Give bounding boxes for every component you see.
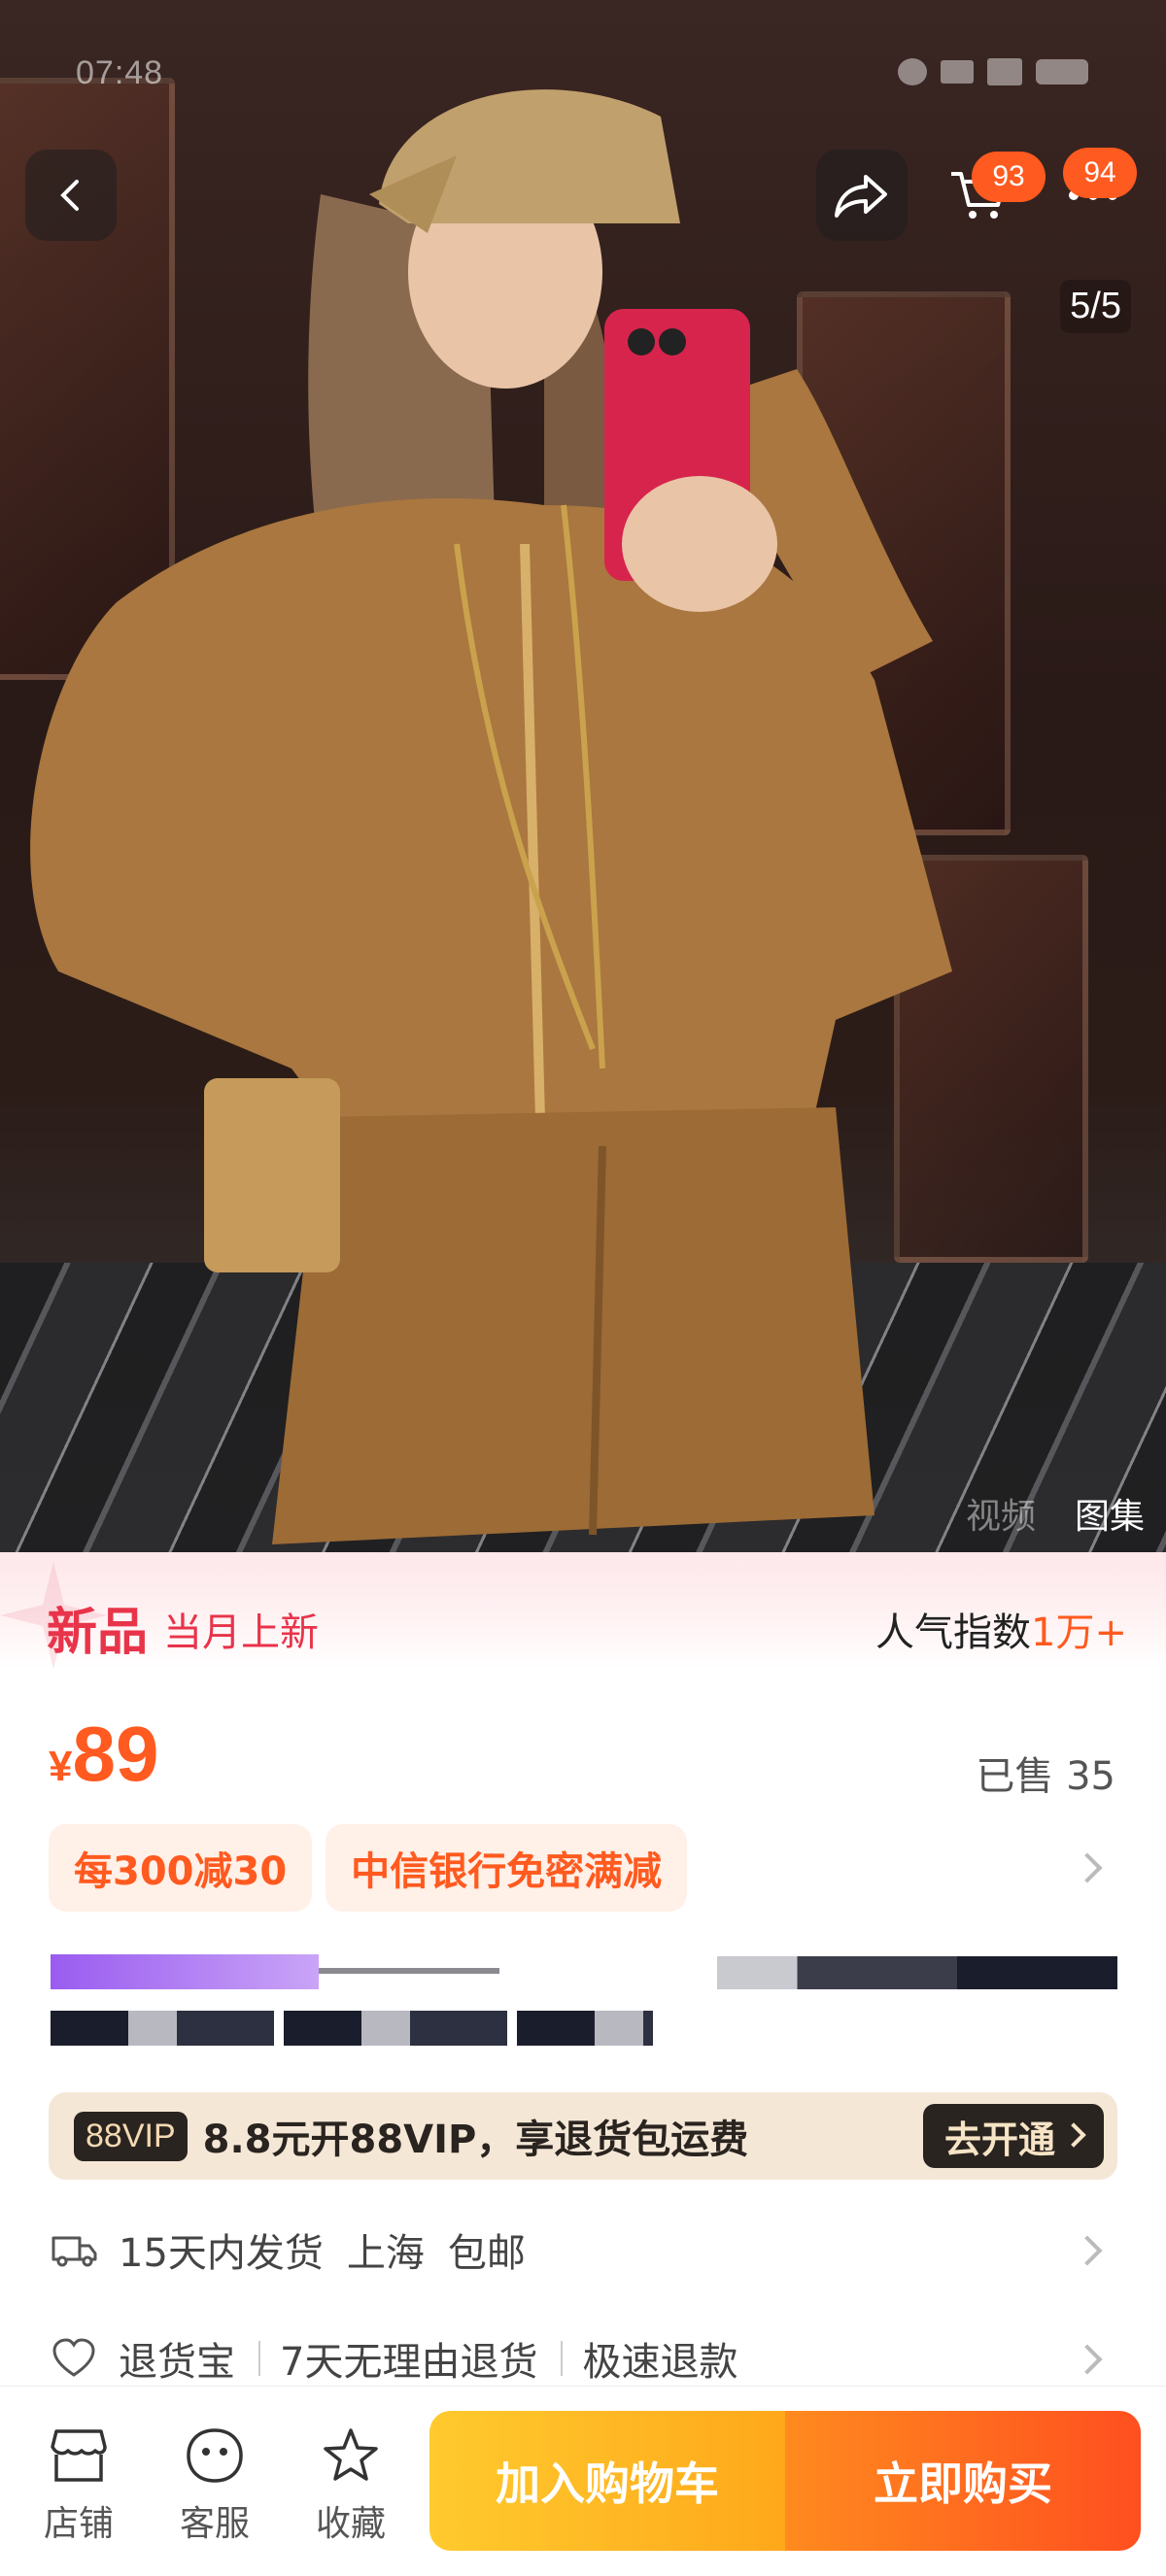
chevron-right-icon[interactable] xyxy=(1072,1852,1103,1883)
store-icon xyxy=(45,2422,113,2490)
promo-chip[interactable]: 每300减30 xyxy=(49,1824,313,1912)
store-button[interactable]: 店铺 xyxy=(25,2422,132,2546)
back-button[interactable] xyxy=(25,150,117,241)
chevron-left-icon xyxy=(60,180,79,211)
divider xyxy=(258,2341,260,2376)
vip-logo: 88VIP xyxy=(74,2111,188,2161)
chat-face-icon xyxy=(181,2422,249,2490)
sold-count: 已售 35 xyxy=(976,1754,1115,1799)
media-tabs: 视频 图集 xyxy=(966,1488,1145,1539)
battery-icon xyxy=(1036,59,1088,85)
new-subtitle: 当月上新 xyxy=(163,1610,319,1655)
truck-icon xyxy=(49,2228,99,2271)
promo-chip[interactable]: 中信银行免密满减 xyxy=(326,1824,688,1912)
shipping-origin: 上海 xyxy=(346,2231,425,2276)
price: ¥89 xyxy=(49,1710,158,1799)
tab-gallery[interactable]: 图集 xyxy=(1075,1488,1145,1539)
add-to-cart-button[interactable]: 加入购物车 xyxy=(429,2411,785,2551)
redaction-bar xyxy=(319,1968,499,1974)
cart-count-badge: 93 xyxy=(972,152,1046,202)
shipping-time: 15天内发货 xyxy=(119,2231,324,2276)
buy-now-button[interactable]: 立即购买 xyxy=(785,2411,1141,2551)
vip-promo-bar[interactable]: 88VIP 8.8元开88VIP，享退货包运费 去开通 xyxy=(49,2092,1117,2180)
new-arrival-banner: 新品 当月上新 人气指数1万+ xyxy=(0,1552,1166,1669)
redaction-bar xyxy=(717,1956,1117,1989)
price-currency: ¥ xyxy=(49,1743,73,1790)
fast-refund: 极速退款 xyxy=(582,2340,738,2385)
image-counter: 5/5 xyxy=(1060,280,1131,333)
chevron-right-icon xyxy=(1061,2122,1086,2148)
shipping-row[interactable]: 15天内发货 上海 包邮 xyxy=(49,2211,1117,2288)
vip-activate-button[interactable]: 去开通 xyxy=(922,2104,1104,2168)
return-policy: 7天无理由退货 xyxy=(280,2340,538,2385)
heart-shield-icon xyxy=(49,2337,99,2380)
signal-icon xyxy=(987,58,1022,85)
product-image-gallery[interactable]: 07:48 93 94 5/5 视频 图集 xyxy=(0,0,1166,1552)
alarm-icon xyxy=(898,58,927,85)
share-icon xyxy=(835,175,887,218)
star-icon xyxy=(317,2422,385,2490)
vip-text: 8.8元开88VIP，享退货包运费 xyxy=(202,2118,749,2162)
tab-video[interactable]: 视频 xyxy=(966,1488,1036,1539)
store-label: 店铺 xyxy=(43,2504,114,2544)
popularity-index: 人气指数1万+ xyxy=(875,1601,1127,1657)
new-tag: 新品 xyxy=(47,1604,149,1662)
status-time: 07:48 xyxy=(76,54,164,91)
share-button[interactable] xyxy=(816,150,908,241)
redaction-bar xyxy=(51,1954,319,1989)
customer-service-label: 客服 xyxy=(179,2504,250,2544)
wifi-icon xyxy=(941,60,974,84)
popularity-label: 人气指数 xyxy=(875,1610,1032,1655)
price-amount: 89 xyxy=(72,1711,159,1797)
popularity-value: 1万+ xyxy=(1031,1610,1127,1655)
return-insurance: 退货宝 xyxy=(119,2340,235,2385)
shipping-fee: 包邮 xyxy=(447,2231,526,2276)
message-count-badge: 94 xyxy=(1063,148,1137,198)
vip-activate-label: 去开通 xyxy=(943,2118,1055,2161)
divider xyxy=(561,2341,564,2376)
favorite-label: 收藏 xyxy=(315,2504,386,2544)
favorite-button[interactable]: 收藏 xyxy=(297,2422,404,2546)
redacted-title xyxy=(49,1947,1117,2053)
redaction-bar xyxy=(51,2011,653,2046)
customer-service-button[interactable]: 客服 xyxy=(161,2422,268,2546)
status-icons xyxy=(898,58,1088,85)
promotion-chips[interactable]: 每300减30 中信银行免密满减 xyxy=(49,1824,688,1912)
